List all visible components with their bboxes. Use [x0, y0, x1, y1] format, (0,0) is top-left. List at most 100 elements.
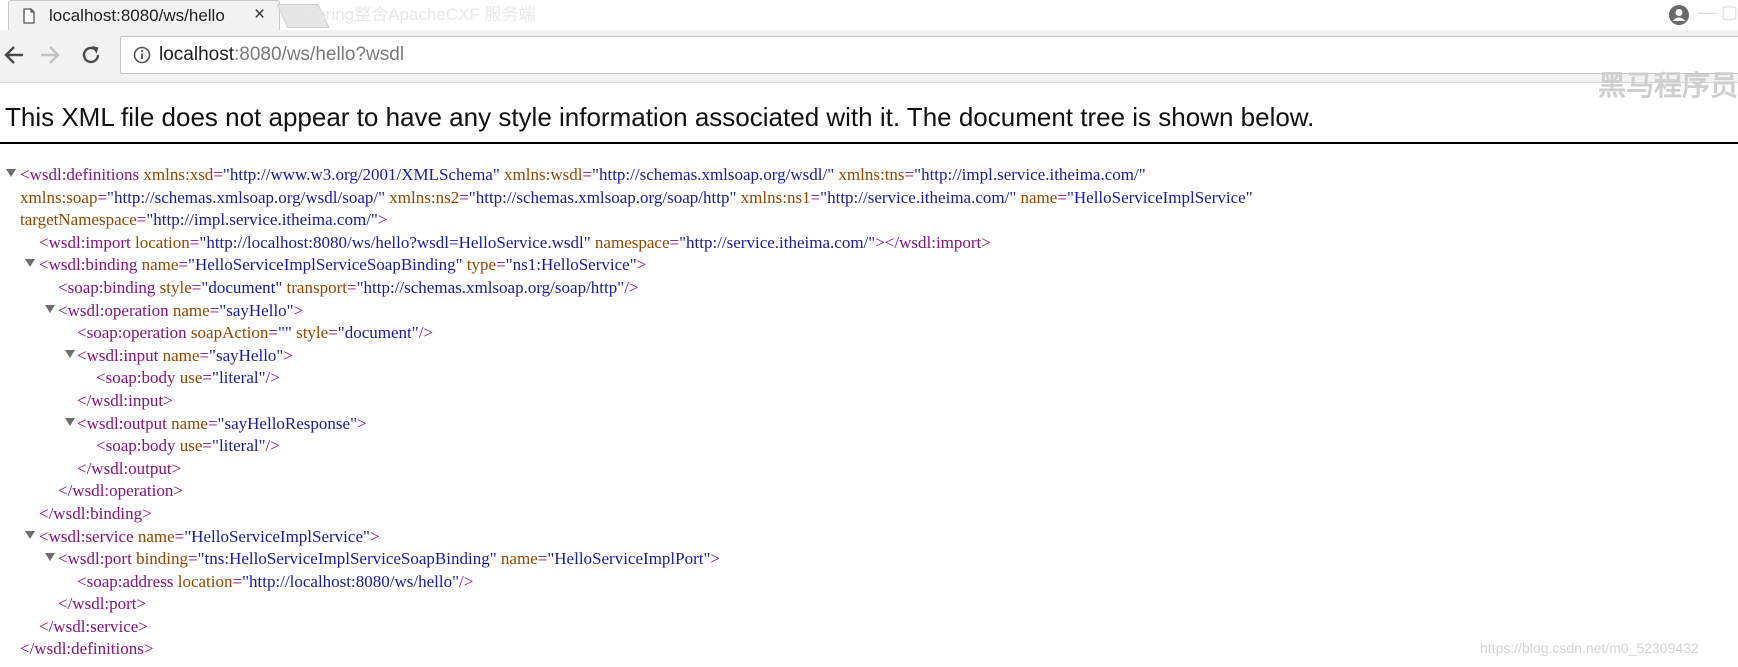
xml-line-text: </wsdl:definitions>	[20, 638, 153, 661]
xml-tag: <soap:binding	[58, 277, 156, 297]
xml-attr-name: location	[173, 571, 233, 591]
xml-line: </wsdl:operation>	[0, 480, 1738, 503]
xml-line-text: </wsdl:operation>	[58, 480, 183, 503]
window-controls[interactable]: — ▢	[1698, 2, 1738, 23]
xml-tag: <soap:body	[96, 368, 176, 388]
xml-attr-value: "http://localhost:8080/ws/hello"	[242, 571, 460, 591]
xml-tag: </wsdl:input>	[77, 390, 173, 410]
xml-attr-value: "literal"	[212, 368, 266, 388]
xml-line-text: <soap:body use="literal"/>	[96, 435, 280, 458]
document-icon	[23, 8, 35, 24]
tab-strip: localhost:8080/ws/hello × Spring整合Apache…	[0, 0, 1738, 30]
tab-title: localhost:8080/ws/hello	[49, 6, 225, 25]
xml-attr-name: name	[137, 255, 179, 275]
xml-line-text: xmlns:soap="http://schemas.xmlsoap.org/w…	[20, 187, 1253, 210]
xml-attr-name: name	[1016, 187, 1058, 207]
xml-attr-value: "document"	[337, 323, 419, 343]
xml-line: </wsdl:input>	[0, 390, 1738, 413]
xml-line-text: </wsdl:input>	[77, 390, 173, 413]
xml-attr-name: use	[175, 368, 203, 388]
xml-equals: =	[213, 165, 223, 184]
xml-tag-end: />	[624, 277, 639, 297]
xml-line: </wsdl:binding>	[0, 503, 1738, 526]
reload-icon[interactable]	[80, 44, 102, 66]
url-text[interactable]: localhost:8080/ws/hello?wsdl	[159, 44, 404, 66]
xml-line-text: <wsdl:binding name="HelloServiceImplServ…	[39, 254, 646, 277]
xml-equals: =	[97, 187, 108, 207]
xml-tag-end: >	[357, 413, 367, 433]
xml-attr-name: location	[130, 232, 190, 252]
xml-line: <soap:operation soapAction="" style="doc…	[0, 322, 1738, 345]
xml-attr-value: "sayHelloResponse"	[217, 413, 358, 433]
xml-attr-value: "HelloServiceImplPort"	[547, 549, 711, 569]
back-icon[interactable]	[2, 44, 26, 66]
xml-tag-end: />	[459, 571, 474, 591]
xml-tag-end: />	[418, 323, 434, 343]
xml-tag: <wsdl:output	[77, 413, 167, 433]
xml-line-text: <wsdl:input name="sayHello">	[77, 345, 293, 368]
xml-line-text: <wsdl:service name="HelloServiceImplServ…	[39, 526, 380, 549]
xml-line: <wsdl:input name="sayHello">	[0, 345, 1738, 368]
browser-tab[interactable]: localhost:8080/ws/hello ×	[8, 0, 280, 30]
xml-equals: =	[904, 165, 915, 184]
xml-attr-name: name	[166, 413, 208, 433]
account-icon[interactable]	[1668, 4, 1690, 26]
xml-equals: =	[188, 549, 198, 569]
xml-line-text: <wsdl:output name="sayHelloResponse">	[77, 413, 367, 436]
xml-attr-name: xmlns:ns1	[736, 187, 811, 207]
xml-tag: <wsdl:import	[39, 232, 131, 252]
address-bar[interactable]: localhost:8080/ws/hello?wsdl	[120, 36, 1738, 74]
xml-attr-name: soapAction	[186, 323, 269, 343]
collapse-toggle-icon[interactable]	[25, 259, 35, 268]
toolbar: localhost:8080/ws/hello?wsdl 黑马程序员	[0, 30, 1738, 101]
collapse-toggle-icon[interactable]	[6, 169, 16, 177]
xml-attr-value: "http://schemas.xmlsoap.org/wsdl/soap/"	[107, 187, 386, 207]
xml-attr-name: name	[168, 300, 210, 320]
forward-icon[interactable]	[38, 44, 62, 66]
brand-watermark: 黑马程序员	[1598, 70, 1738, 101]
xml-attr-name: name	[496, 549, 538, 569]
collapse-toggle-icon[interactable]	[65, 417, 75, 426]
xml-line: <wsdl:definitions xmlns:xsd="http://www.…	[0, 164, 1738, 187]
xml-equals: =	[328, 323, 338, 343]
xml-tag: <wsdl:operation	[58, 300, 169, 320]
collapse-toggle-icon[interactable]	[65, 349, 75, 358]
collapse-toggle-icon[interactable]	[25, 530, 35, 539]
xml-equals: =	[268, 323, 278, 343]
xml-attr-value: "http://schemas.xmlsoap.org/soap/http"	[468, 187, 737, 207]
collapse-toggle-icon[interactable]	[45, 304, 55, 313]
xml-equals: =	[202, 436, 212, 456]
xml-attr-name: name	[133, 526, 175, 546]
xml-tag: <soap:operation	[77, 323, 187, 343]
xml-line-text: targetNamespace="http://impl.service.ith…	[20, 209, 387, 232]
xml-line-text: <wsdl:definitions xmlns:xsd="http://www.…	[20, 164, 1146, 187]
close-icon[interactable]: ×	[254, 4, 265, 26]
xml-attr-name: type	[462, 255, 497, 275]
xml-line-text: </wsdl:output>	[77, 458, 181, 481]
xml-attr-value: "sayHello"	[219, 300, 294, 320]
xml-attr-name: style	[155, 277, 192, 297]
info-icon[interactable]	[133, 46, 151, 64]
xml-attr-name: targetNamespace	[20, 210, 137, 230]
xml-equals: =	[1057, 187, 1067, 207]
xml-attr-value: "HelloServiceImplService"	[184, 526, 370, 546]
collapse-toggle-icon[interactable]	[45, 553, 55, 562]
xml-line: <soap:binding style="document" transport…	[0, 277, 1738, 300]
xml-tag-end: />	[265, 436, 280, 456]
xml-tag: </wsdl:operation>	[58, 481, 183, 501]
xml-tag-end: />	[265, 368, 280, 388]
xml-attr-value: "http://service.itheima.com/"	[679, 232, 876, 252]
xml-line: <wsdl:output name="sayHelloResponse">	[0, 413, 1738, 436]
xml-style-notice: This XML file does not appear to have an…	[5, 102, 1315, 132]
xml-equals: =	[537, 549, 548, 569]
xml-equals: =	[189, 232, 200, 252]
xml-attr-value: ""	[277, 323, 292, 343]
xml-tag: </wsdl:binding>	[39, 503, 152, 523]
xml-line: </wsdl:port>	[0, 593, 1738, 616]
xml-attr-value: "http://schemas.xmlsoap.org/soap/http"	[356, 277, 625, 297]
xml-line: <wsdl:operation name="sayHello">	[0, 300, 1738, 323]
xml-line: <soap:body use="literal"/>	[0, 367, 1738, 390]
xml-tag: </wsdl:output>	[77, 458, 182, 478]
xml-line: <wsdl:binding name="HelloServiceImplServ…	[0, 254, 1738, 277]
xml-attr-value: "sayHello"	[209, 345, 284, 365]
